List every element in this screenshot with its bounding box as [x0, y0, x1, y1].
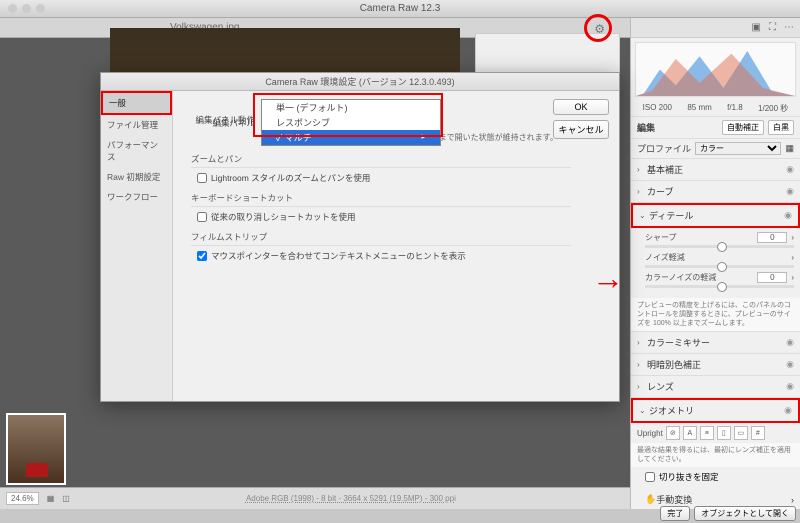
- eye-icon[interactable]: ◉: [786, 359, 794, 370]
- annotation-circle: [584, 14, 612, 42]
- section-lens[interactable]: レンズ: [647, 380, 786, 393]
- upright-auto[interactable]: A: [683, 426, 697, 440]
- filmstrip-thumbnail[interactable]: [6, 413, 66, 485]
- lock-crop-label: 切り抜きを固定: [659, 471, 719, 483]
- chevron-down-icon[interactable]: ⌄: [639, 406, 649, 415]
- sharp-value[interactable]: 0: [757, 232, 787, 243]
- hand-icon[interactable]: ✋: [645, 494, 656, 505]
- cancel-button[interactable]: キャンセル: [553, 120, 609, 139]
- section-basic[interactable]: 基本補正: [647, 163, 786, 176]
- annotation-box: [253, 93, 443, 137]
- nr-label: ノイズ軽減: [645, 252, 787, 263]
- section-mixer[interactable]: カラーミキサー: [647, 336, 786, 349]
- chevron-right-icon[interactable]: ›: [637, 338, 647, 347]
- dialog-title: Camera Raw 環境設定 (バージョン 12.3.0.493): [101, 73, 619, 91]
- profile-select[interactable]: カラー: [695, 142, 781, 155]
- sidebar-general[interactable]: 一般: [101, 91, 172, 115]
- sidebar-workflow[interactable]: ワークフロー: [101, 187, 172, 207]
- eye-icon[interactable]: ◉: [786, 337, 794, 348]
- grid-icon[interactable]: ▦: [785, 143, 794, 154]
- chevron-icon[interactable]: ›: [791, 233, 794, 242]
- nr-slider[interactable]: [645, 265, 794, 268]
- manual-label[interactable]: 手動変換: [656, 493, 791, 506]
- compare-icon[interactable]: ◫: [62, 494, 70, 503]
- file-info[interactable]: Adobe RGB (1998) - 8 bit - 3664 x 5291 (…: [78, 494, 624, 503]
- lock-crop-checkbox[interactable]: [645, 472, 655, 482]
- preferences-dialog: Camera Raw 環境設定 (バージョン 12.3.0.493) 一般 ファ…: [100, 72, 620, 402]
- annotation-arrow: →: [592, 260, 624, 297]
- upright-level[interactable]: ≡: [700, 426, 714, 440]
- open-object-button[interactable]: オブジェクトとして開く: [694, 506, 796, 521]
- eye-icon[interactable]: ◉: [784, 210, 792, 221]
- chevron-icon[interactable]: ›: [791, 253, 794, 262]
- eye-icon[interactable]: ◉: [786, 164, 794, 175]
- upright-label: Upright: [637, 429, 663, 438]
- sidebar-perf[interactable]: パフォーマンス: [101, 135, 172, 167]
- upright-full[interactable]: ▭: [734, 426, 748, 440]
- eye-icon[interactable]: ◉: [784, 405, 792, 416]
- hover-hint-checkbox[interactable]: [197, 251, 207, 261]
- chevron-right-icon[interactable]: ›: [637, 360, 647, 369]
- group-zoom: ズームとパン: [191, 153, 571, 168]
- shutter-value: 1/200 秒: [758, 103, 788, 114]
- section-detail[interactable]: ディテール: [649, 209, 784, 222]
- bw-button[interactable]: 白黒: [768, 120, 794, 135]
- eye-icon[interactable]: ◉: [786, 381, 794, 392]
- chevron-down-icon[interactable]: ⌄: [639, 211, 649, 220]
- sharp-slider[interactable]: [645, 245, 794, 248]
- cnr-slider[interactable]: [645, 285, 794, 288]
- iso-value: ISO 200: [643, 103, 672, 114]
- app-title: Camera Raw 12.3: [360, 3, 441, 14]
- sidebar-file[interactable]: ファイル管理: [101, 115, 172, 135]
- cnr-value[interactable]: 0: [757, 272, 787, 283]
- section-cal[interactable]: 明暗別色補正: [647, 358, 786, 371]
- lightroom-zoom-checkbox[interactable]: [197, 173, 207, 183]
- histogram: [635, 42, 796, 97]
- grid-view-icon[interactable]: ▦: [47, 494, 55, 503]
- expand-icon[interactable]: ⛶: [769, 22, 776, 33]
- right-panel: ▣ ⛶ ⋯ ISO 200 85 mm f/1.8 1/200 秒 編集 自動補…: [630, 18, 800, 523]
- legacy-undo-label: 従来の取り消しショートカットを使用: [211, 211, 356, 223]
- eye-icon[interactable]: ◉: [786, 186, 794, 197]
- panel-behavior-label: 編集パネル動作: [183, 114, 255, 126]
- chevron-right-icon[interactable]: ›: [637, 165, 647, 174]
- chevron-right-icon[interactable]: ›: [637, 382, 647, 391]
- sharp-label: シャープ: [645, 232, 753, 243]
- legacy-undo-checkbox[interactable]: [197, 212, 207, 222]
- profile-label: プロファイル: [637, 142, 691, 155]
- aperture-value: f/1.8: [727, 103, 743, 114]
- chevron-icon[interactable]: ›: [791, 273, 794, 282]
- detail-note: プレビューの精度を上げるには、このパネルのコントロールを調整するときに、プレビュ…: [631, 298, 800, 331]
- more-icon[interactable]: ⋯: [784, 22, 794, 33]
- section-curve[interactable]: カーブ: [647, 185, 786, 198]
- hover-hint-label: マウスポインターを合わせてコンテキストメニューのヒントを表示: [211, 250, 466, 262]
- chevron-icon[interactable]: ›: [791, 495, 794, 505]
- zoom-select[interactable]: 24.6%: [6, 492, 39, 505]
- upright-guided[interactable]: #: [751, 426, 765, 440]
- dialog-sidebar: 一般 ファイル管理 パフォーマンス Raw 初期設定 ワークフロー: [101, 91, 173, 401]
- group-filmstrip: フィルムストリップ: [191, 231, 571, 246]
- chevron-right-icon[interactable]: ›: [637, 187, 647, 196]
- auto-button[interactable]: 自動補正: [722, 120, 764, 135]
- crop-icon[interactable]: ▣: [752, 22, 761, 33]
- upright-off[interactable]: ⊘: [666, 426, 680, 440]
- focal-value: 85 mm: [687, 103, 711, 114]
- edit-label: 編集: [637, 121, 655, 134]
- geom-note: 最適な結果を得るには、最初にレンズ補正を適用してください。: [631, 443, 800, 467]
- ok-button[interactable]: OK: [553, 99, 609, 115]
- group-shortcut: キーボードショートカット: [191, 192, 571, 207]
- cnr-label: カラーノイズの軽減: [645, 272, 753, 283]
- upright-vert[interactable]: ▯: [717, 426, 731, 440]
- section-geometry[interactable]: ジオメトリ: [649, 404, 784, 417]
- sidebar-raw[interactable]: Raw 初期設定: [101, 167, 172, 187]
- lightroom-zoom-label: Lightroom スタイルのズームとパンを使用: [211, 172, 370, 184]
- done-button[interactable]: 完了: [660, 506, 690, 521]
